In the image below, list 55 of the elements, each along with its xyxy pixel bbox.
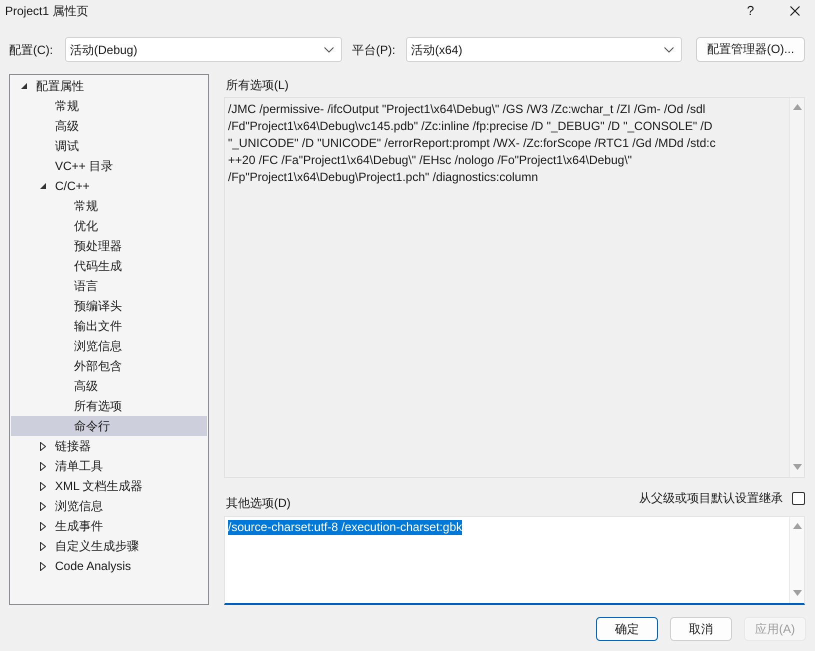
tree-item[interactable]: 外部包含 [11,356,207,376]
chevron-down-icon [664,46,674,52]
tree-item[interactable]: 常规 [11,196,207,216]
tree-item[interactable]: 高级 [11,116,207,136]
tree-item[interactable]: XML 文档生成器 [11,476,207,496]
tree-item[interactable]: C/C++ [11,176,207,196]
tree-item[interactable]: 优化 [11,216,207,236]
expanded-triangle-icon[interactable] [21,83,27,89]
additional-options-label: 其他选项(D) [226,495,291,512]
collapsed-triangle-icon[interactable] [40,462,46,470]
tree-item[interactable]: 清单工具 [11,456,207,476]
tree-item[interactable]: 链接器 [11,436,207,456]
inherit-label[interactable]: 从父级或项目默认设置继承 [639,490,783,506]
tree-item[interactable]: 自定义生成步骤 [11,536,207,556]
close-icon [790,6,800,16]
all-options-field[interactable] [224,97,805,478]
tree-item[interactable]: 所有选项 [11,396,207,416]
tree-item[interactable]: 预编译头 [11,296,207,316]
tree-item[interactable]: 浏览信息 [11,496,207,516]
tree-item[interactable]: 输出文件 [11,316,207,336]
expanded-triangle-icon[interactable] [40,183,46,189]
collapsed-triangle-icon[interactable] [40,482,46,490]
configuration-dropdown[interactable]: 活动(Debug) [65,37,342,62]
tree-item[interactable]: 配置属性 [11,76,207,96]
tree-item[interactable]: 代码生成 [11,256,207,276]
configuration-label: 配置(C): [9,42,54,58]
dialog-button[interactable]: 确定 [596,617,658,641]
command-line-text: /JMC /permissive- /ifcOutput "Project1\x64\Debug\" /GS /W3 /Zc:wchar_t /ZI /Gm- /Od /sdl /Fd"Project1\x64\Debug\vc145.pdb" /Zc:inline /fp:precise /D "_DEBUG" /D "_CONSOLE" /D "_UNICODE" /D "UNICODE" /errorReport:prompt /WX- /Zc:forScope /RTC1 /Gd /MDd /std:c ++20 /FC /Fa"Project1\x64\Debug\" /EHsc /nologo /Fo"Project1\x64\Debug\" /Fp"Project1\x64\Debug\Project1.pch" /diagnostics:column [227,101,717,186]
tree-item[interactable]: 预处理器 [11,236,207,256]
chevron-down-icon [324,46,334,52]
tree-item[interactable]: 高级 [11,376,207,396]
help-button[interactable]: ? [746,2,755,18]
tree-item[interactable]: 生成事件 [11,516,207,536]
close-button[interactable] [790,6,800,16]
dialog-button[interactable]: 取消 [670,617,732,641]
platform-dropdown[interactable]: 活动(x64) [406,37,682,62]
collapsed-triangle-icon[interactable] [40,442,46,450]
tree-item[interactable]: 浏览信息 [11,336,207,356]
platform-label: 平台(P): [352,42,396,58]
configuration-manager-button[interactable]: 配置管理器(O)... [696,37,805,62]
collapsed-triangle-icon[interactable] [40,562,46,570]
tree-item[interactable]: 语言 [11,276,207,296]
collapsed-triangle-icon[interactable] [40,522,46,530]
window-title: Project1 属性页 [5,2,90,18]
additional-options-value: /source-charset:utf-8 /execution-charset:gbk [228,520,462,535]
all-options-label: 所有选项(L) [226,77,290,94]
tree-item[interactable]: 常规 [11,96,207,116]
tree-item[interactable]: VC++ 目录 [11,156,207,176]
tree-item[interactable]: 命令行 [11,416,207,436]
additional-options-field[interactable]: /source-charset:utf-8 /execution-charset:gbk [224,516,805,605]
collapsed-triangle-icon[interactable] [40,502,46,510]
tree-item[interactable]: 调试 [11,136,207,156]
collapsed-triangle-icon[interactable] [40,542,46,550]
inherit-checkbox[interactable] [792,492,805,504]
tree-item[interactable]: Code Analysis [11,556,207,576]
